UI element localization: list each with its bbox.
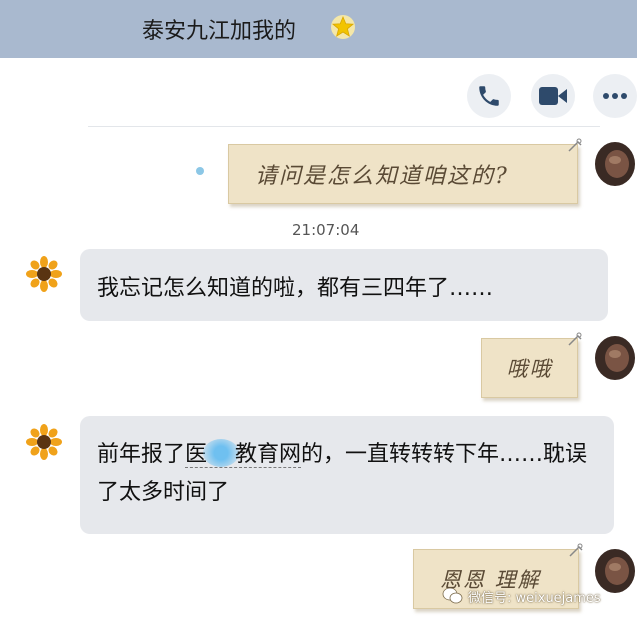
video-button[interactable]	[531, 74, 575, 118]
contact-name: 泰安九江加我的	[142, 19, 297, 44]
wechat-logo-icon	[442, 587, 463, 604]
message-bubble-right[interactable]: 哦哦	[481, 332, 582, 398]
pin-icon	[568, 332, 582, 346]
message-bubble-left[interactable]: 前年报了医 教育网的，一直转转转下年……耽误了太多时间了	[80, 416, 614, 534]
video-camera-icon	[539, 87, 567, 105]
avatar-self[interactable]	[595, 336, 635, 380]
more-dots-icon	[603, 93, 627, 99]
phone-icon	[479, 86, 499, 106]
avatar-self[interactable]	[595, 549, 635, 593]
timestamp: 21:07:04	[292, 221, 360, 239]
message-bubble-right[interactable]: 请问是怎么知道咱这的?	[228, 138, 582, 204]
avatar-contact[interactable]	[26, 424, 62, 460]
link-text[interactable]: 医教育网	[185, 439, 302, 468]
pin-icon	[568, 138, 582, 152]
watermark: 微信号: weixuejames	[442, 585, 601, 607]
unread-dot	[196, 167, 204, 175]
message-text-prefix: 前年报了	[97, 442, 186, 467]
avatar-contact[interactable]	[26, 256, 62, 292]
message-bubble-left[interactable]: 我忘记怎么知道的啦，都有三四年了……	[80, 249, 608, 321]
phone-button[interactable]	[467, 74, 511, 118]
message-text: 哦哦	[506, 357, 553, 381]
watermark-text: 微信号: weixuejames	[468, 590, 601, 606]
chat-header: 泰安九江加我的	[0, 0, 637, 58]
star-icon	[331, 15, 355, 39]
pin-icon	[569, 543, 583, 557]
divider	[88, 126, 600, 127]
avatar-self[interactable]	[595, 142, 635, 186]
message-text: 请问是怎么知道咱这的?	[255, 164, 509, 189]
link-text-part: 教育网	[235, 442, 302, 467]
message-text: 我忘记怎么知道的啦，都有三四年了……	[97, 276, 494, 301]
more-button[interactable]	[593, 74, 637, 118]
redaction-blur	[203, 439, 240, 467]
